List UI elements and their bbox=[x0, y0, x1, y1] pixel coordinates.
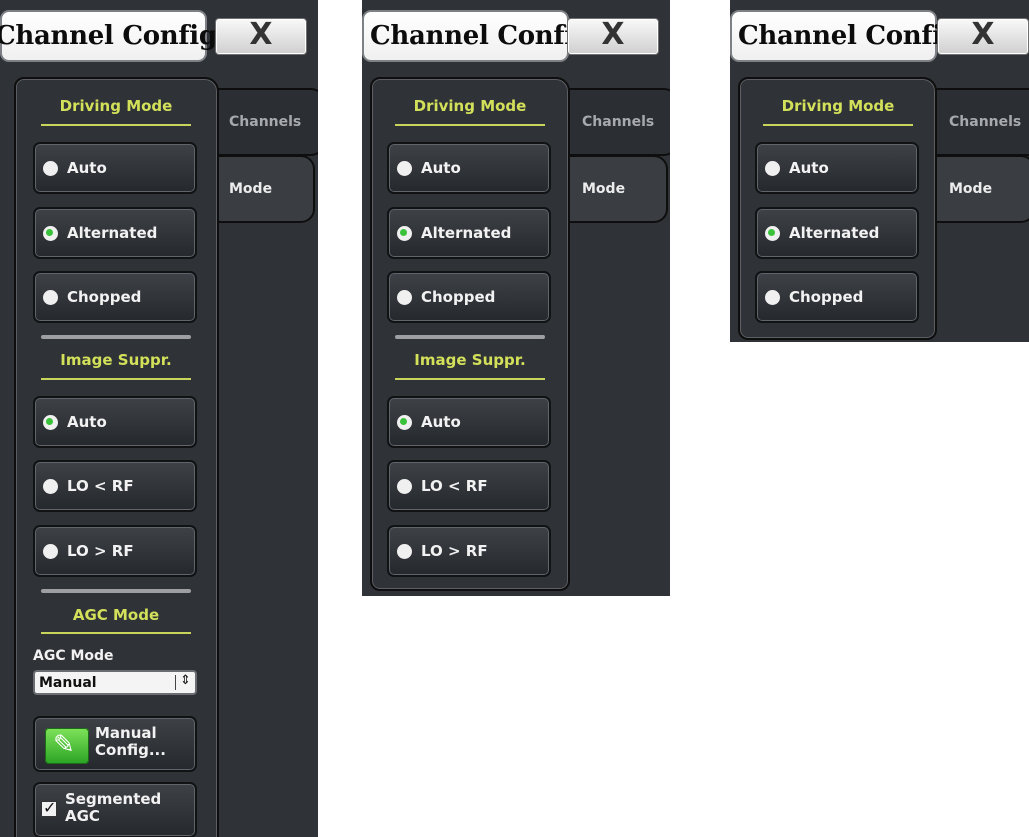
driving-mode-chopped-button[interactable]: Chopped bbox=[33, 271, 197, 323]
mode-tab-body: Driving Mode Auto Alternated Chopped bbox=[738, 77, 937, 340]
checkbox-checked-icon: ✓ bbox=[41, 798, 57, 817]
tab-channels[interactable]: Channels bbox=[933, 88, 1029, 156]
panel-title: Channel Config bbox=[0, 21, 217, 51]
driving-mode-chopped-button[interactable]: Chopped bbox=[387, 271, 551, 323]
radio-on-icon bbox=[397, 226, 412, 241]
close-button[interactable]: X bbox=[215, 17, 307, 55]
section-underline bbox=[41, 124, 191, 126]
manual-config-button[interactable]: ✎ Manual Config... bbox=[33, 716, 197, 772]
image-suppr-lo-gt-rf-button[interactable]: LO > RF bbox=[387, 525, 551, 577]
agc-mode-select[interactable]: Manual ⇕ bbox=[33, 670, 197, 695]
tab-channels[interactable]: Channels bbox=[213, 88, 318, 156]
agc-mode-title: AGC Mode bbox=[72, 606, 160, 624]
image-suppr-title: Image Suppr. bbox=[414, 351, 526, 369]
image-suppr-title: Image Suppr. bbox=[60, 351, 172, 369]
channel-config-panel: Channel Config X Channels Mode Driving M… bbox=[362, 0, 670, 596]
radio-off-icon bbox=[43, 479, 58, 494]
tab-channels[interactable]: Channels bbox=[566, 88, 670, 156]
image-suppr-auto-button[interactable]: Auto bbox=[33, 396, 197, 448]
title-bar: Channel Config bbox=[362, 10, 592, 62]
radio-off-icon bbox=[397, 290, 412, 305]
driving-mode-title: Driving Mode bbox=[59, 97, 173, 115]
panel-title: Channel Config bbox=[738, 21, 960, 51]
section-underline bbox=[41, 378, 191, 380]
driving-mode-title: Driving Mode bbox=[781, 97, 895, 115]
title-bar: Channel Config bbox=[0, 10, 217, 62]
close-icon: X bbox=[971, 17, 995, 52]
radio-off-icon bbox=[43, 290, 58, 305]
image-suppr-lo-lt-rf-button[interactable]: LO < RF bbox=[33, 460, 197, 512]
image-suppr-auto-button[interactable]: Auto bbox=[387, 396, 551, 448]
radio-off-icon bbox=[397, 544, 412, 559]
close-icon: X bbox=[249, 17, 273, 52]
tab-mode[interactable]: Mode bbox=[213, 155, 315, 223]
agc-mode-field-label: AGC Mode bbox=[33, 648, 114, 664]
section-underline bbox=[395, 124, 545, 126]
driving-mode-alternated-button[interactable]: Alternated bbox=[387, 207, 551, 259]
channel-config-panel: Channel Config X Channels Mode Driving M… bbox=[0, 0, 318, 837]
mode-tab-body: Driving Mode Auto Alternated Chopped Ima… bbox=[370, 77, 570, 591]
driving-mode-auto-button[interactable]: Auto bbox=[387, 142, 551, 194]
driving-mode-title: Driving Mode bbox=[413, 97, 527, 115]
image-suppr-lo-lt-rf-button[interactable]: LO < RF bbox=[387, 460, 551, 512]
radio-off-icon bbox=[765, 161, 780, 176]
driving-mode-alternated-button[interactable]: Alternated bbox=[755, 207, 919, 259]
section-underline bbox=[395, 378, 545, 380]
wrench-icon: ✎ bbox=[45, 728, 89, 764]
close-icon: X bbox=[601, 17, 625, 52]
channel-config-panel: Channel Config X Channels Mode Driving M… bbox=[730, 0, 1029, 342]
radio-on-icon bbox=[397, 415, 412, 430]
radio-on-icon bbox=[765, 226, 780, 241]
section-divider bbox=[395, 335, 545, 339]
image-suppr-lo-gt-rf-button[interactable]: LO > RF bbox=[33, 525, 197, 577]
tab-mode[interactable]: Mode bbox=[566, 155, 668, 223]
close-button[interactable]: X bbox=[567, 17, 659, 55]
radio-off-icon bbox=[765, 290, 780, 305]
select-separator bbox=[175, 675, 176, 690]
driving-mode-auto-button[interactable]: Auto bbox=[33, 142, 197, 194]
radio-off-icon bbox=[397, 161, 412, 176]
section-underline bbox=[41, 632, 191, 634]
section-divider bbox=[41, 335, 191, 339]
tab-mode[interactable]: Mode bbox=[933, 155, 1029, 223]
radio-on-icon bbox=[43, 415, 58, 430]
section-underline bbox=[763, 124, 913, 126]
driving-mode-auto-button[interactable]: Auto bbox=[755, 142, 919, 194]
spinner-arrows-icon: ⇕ bbox=[180, 673, 191, 688]
radio-on-icon bbox=[43, 226, 58, 241]
mode-tab-body: Driving Mode Auto Alternated Chopped Ima… bbox=[14, 77, 219, 837]
radio-off-icon bbox=[43, 161, 58, 176]
radio-off-icon bbox=[43, 544, 58, 559]
driving-mode-chopped-button[interactable]: Chopped bbox=[755, 271, 919, 323]
section-divider bbox=[41, 589, 191, 593]
radio-off-icon bbox=[397, 479, 412, 494]
close-button[interactable]: X bbox=[937, 17, 1029, 55]
title-bar: Channel Config bbox=[730, 10, 960, 62]
driving-mode-alternated-button[interactable]: Alternated bbox=[33, 207, 197, 259]
segmented-agc-checkbox[interactable]: ✓ Segmented AGC bbox=[33, 782, 197, 837]
panel-title: Channel Config bbox=[370, 21, 592, 51]
